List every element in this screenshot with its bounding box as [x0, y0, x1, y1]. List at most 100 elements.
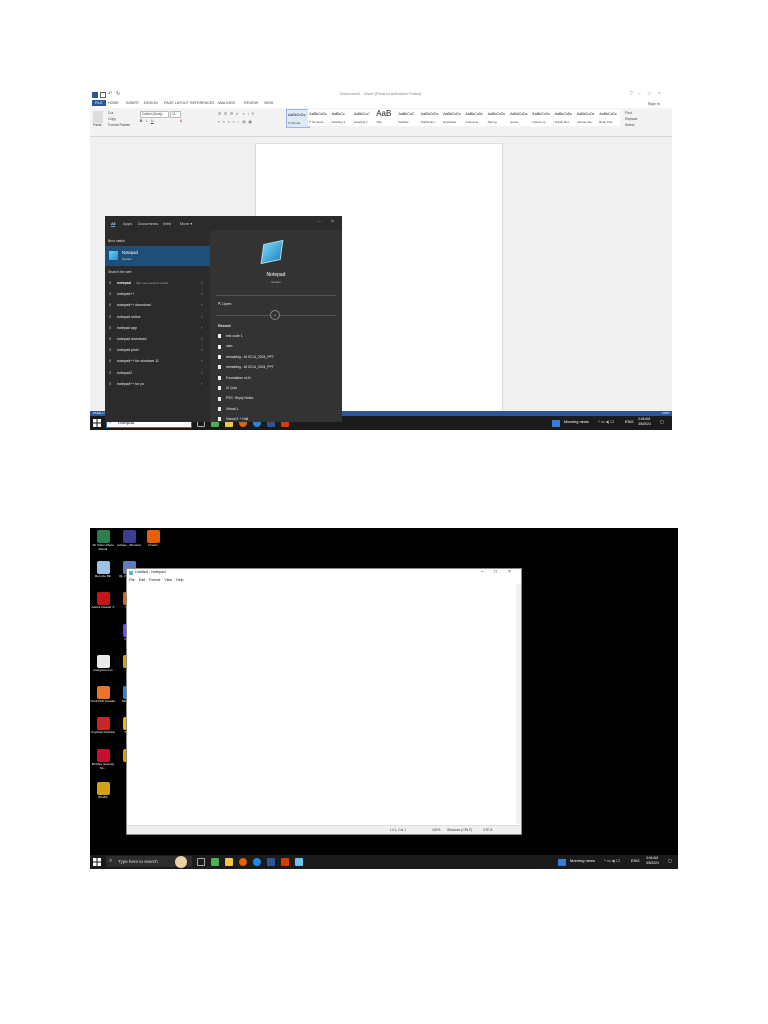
paste-icon[interactable]: [93, 111, 103, 123]
best-match-notepad[interactable]: Notepad System: [105, 246, 210, 266]
style-6[interactable]: AaBbCcDc Subtle Em...: [419, 109, 442, 126]
desktop-icon[interactable]: Recycle Bin: [90, 561, 116, 579]
underline-button[interactable]: U: [151, 119, 153, 123]
search-tab-documents[interactable]: Documents: [138, 221, 158, 226]
web-result-item[interactable]: ⌕ notepad plus+ ›: [105, 345, 210, 356]
style-1[interactable]: AaBbCcDc ¶ No Spac...: [308, 109, 331, 126]
task-view-icon[interactable]: [197, 858, 205, 866]
style-2[interactable]: AaBbCc Heading 1: [330, 109, 353, 126]
notepad-menu-edit[interactable]: Edit: [139, 578, 145, 582]
notepad-menu-help[interactable]: Help: [176, 578, 183, 582]
search-placeholder[interactable]: Type here to search: [118, 859, 158, 864]
ribbon-tab-mailings[interactable]: MAILINGS: [218, 101, 235, 105]
language-indicator[interactable]: ENG: [631, 858, 640, 863]
web-result-item[interactable]: ⌕ notepad online ›: [105, 312, 210, 323]
ribbon-tab-review[interactable]: REVIEW: [244, 101, 258, 105]
desktop-icon[interactable]: Assignment ts: [90, 655, 116, 673]
app-icon[interactable]: [211, 858, 219, 866]
desktop-icon[interactable]: Firefox: [140, 530, 166, 548]
close-search-icon[interactable]: ×: [331, 219, 334, 225]
ribbon-tab-view[interactable]: VIEW: [264, 101, 273, 105]
font-color-icon[interactable]: A: [180, 119, 182, 123]
notepad-minimize-button[interactable]: –: [481, 569, 484, 575]
style-14[interactable]: AaBbCcDc Book Title: [598, 109, 621, 126]
web-result-item[interactable]: ⌕ notepad++ ›: [105, 289, 210, 300]
style-9[interactable]: AaBbCcDc Strong: [486, 109, 509, 126]
search-tab-more[interactable]: More ▾: [180, 221, 192, 226]
notepad-menu-view[interactable]: View: [164, 578, 172, 582]
web-result-item[interactable]: ⌕ notepad2 ›: [105, 368, 210, 379]
web-result-item[interactable]: ⌕ notepad - See more search results ›: [105, 278, 210, 289]
select-button[interactable]: Select: [625, 123, 634, 127]
recent-item[interactable]: test code 1: [218, 334, 243, 338]
paste-label[interactable]: Paste: [93, 123, 102, 127]
more-options-icon[interactable]: ···: [317, 219, 322, 225]
search-tab-all[interactable]: All: [111, 221, 116, 227]
cut-button[interactable]: Cut: [108, 111, 113, 115]
recent-item[interactable]: remaining - At ICCA_2024_PPT: [218, 355, 274, 359]
news-icon[interactable]: [552, 420, 560, 427]
file-explorer-icon[interactable]: [225, 858, 233, 866]
clock-date[interactable]: 3/5/2024: [646, 861, 659, 865]
ribbon-tab-page-layout[interactable]: PAGE LAYOUT: [164, 101, 189, 105]
save-icon[interactable]: [100, 92, 106, 98]
vertical-scrollbar[interactable]: [516, 584, 521, 824]
desktop-icon[interactable]: Foxit PDF Reader: [90, 686, 116, 704]
style-11[interactable]: AaBbCcDc Intense Q...: [531, 109, 554, 126]
style-10[interactable]: AaBbCcDc Quote: [509, 109, 531, 126]
recent-item[interactable]: remaining - At ICCA_2024_PPT: [218, 365, 274, 369]
align-buttons[interactable]: ≡ ≡ ≡ ≡ ↕ ▤ ▦: [218, 120, 253, 124]
web-result-item[interactable]: ⌕ notepad++ download ›: [105, 300, 210, 311]
style-4[interactable]: AaB Title: [375, 109, 398, 126]
firefox-icon[interactable]: [239, 858, 247, 866]
ribbon-tab-design[interactable]: DESIGN: [144, 101, 158, 105]
style-3[interactable]: AaBbCcC Heading 2: [352, 109, 375, 126]
style-8[interactable]: AaBbCcDc Intense E...: [464, 109, 487, 126]
web-result-item[interactable]: ⌕ notepad++ for windows 11 ›: [105, 356, 210, 367]
notification-icon[interactable]: ▢: [660, 419, 664, 424]
ribbon-tab-home[interactable]: HOME: [108, 101, 119, 105]
redo-icon[interactable]: ↻: [116, 92, 122, 98]
desktop-icon[interactable]: 4K Video Photo Repair: [90, 530, 116, 551]
clock-time[interactable]: 3:46 AM: [638, 417, 650, 421]
sign-in-link[interactable]: Sign in: [648, 101, 660, 106]
recent-item[interactable]: Virtual 1: [218, 407, 238, 411]
undo-icon[interactable]: ↶: [108, 92, 114, 98]
notepad-maximize-button[interactable]: □: [494, 569, 497, 575]
font-name-box[interactable]: Calibri (Body): [140, 111, 169, 118]
recent-item[interactable]: Foundation of AI: [218, 376, 251, 380]
windows-start-icon[interactable]: [93, 858, 101, 866]
list-buttons[interactable]: ☰ ☰ ☰ ⇤ ⇥ ↕ ¶: [218, 112, 255, 116]
desktop-icon[interactable]: WinZip: [90, 782, 116, 800]
recent-item[interactable]: AI Quiz: [218, 386, 237, 390]
style-13[interactable]: AaBbCcDc Intense Re...: [575, 109, 598, 126]
web-result-item[interactable]: ⌕ notepad app ›: [105, 323, 210, 334]
style-7[interactable]: AaBbCcDc Emphasis: [442, 109, 465, 126]
notepad-close-button[interactable]: ×: [508, 569, 511, 575]
windows-start-icon[interactable]: [93, 419, 101, 427]
font-size-box[interactable]: 11: [170, 111, 181, 118]
powerpoint-icon[interactable]: [281, 858, 289, 866]
desktop-icon[interactable]: McAfee Security Sc...: [90, 749, 116, 770]
news-icon[interactable]: [558, 859, 566, 866]
ribbon-tab-insert[interactable]: INSERT: [126, 101, 139, 105]
format-painter-button[interactable]: Format Painter: [108, 123, 130, 127]
recent-item[interactable]: Virtual II + Hall: [218, 417, 248, 421]
news-label[interactable]: Morning news: [564, 419, 589, 424]
notepad-menu-format[interactable]: Format: [149, 578, 160, 582]
minimize-button[interactable]: –: [638, 91, 641, 97]
desktop-icon[interactable]: Adobe Reader X: [90, 592, 116, 610]
notification-icon[interactable]: ▢: [668, 858, 672, 863]
search-tab-apps[interactable]: Apps: [123, 221, 132, 226]
tray-icons[interactable]: ^ ▭ ◂) ☐: [598, 419, 614, 424]
clock-time[interactable]: 3:46 AM: [646, 856, 658, 860]
edge-icon[interactable]: [253, 858, 261, 866]
style-0[interactable]: AaBbCcDc ¶ Normal: [286, 109, 310, 128]
tray-icons[interactable]: ^ ▭ ◂) ☐: [604, 858, 620, 863]
ribbon-tab-file[interactable]: FILE: [92, 100, 106, 106]
style-5[interactable]: AaBbCcC Subtitle: [397, 109, 420, 126]
web-result-item[interactable]: ⌕ notepad download ›: [105, 334, 210, 345]
word-taskbar-icon[interactable]: [267, 858, 275, 866]
cortana-avatar-icon[interactable]: [175, 856, 187, 868]
recent-item[interactable]: cam: [218, 344, 232, 348]
